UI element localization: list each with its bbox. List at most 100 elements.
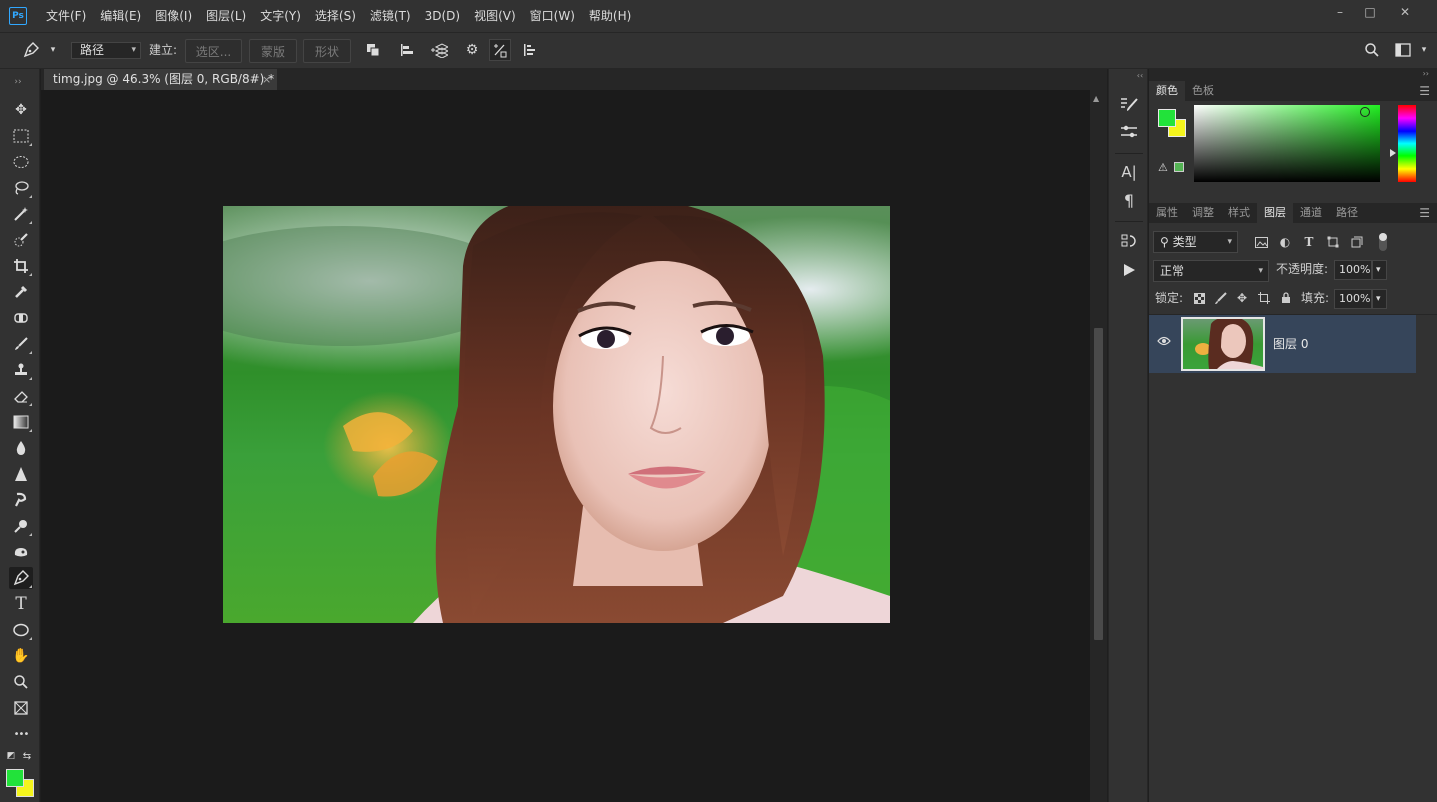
opacity-input[interactable]: 100% <box>1334 260 1372 280</box>
menu-window[interactable]: 窗口(W) <box>523 0 582 32</box>
crop-tool-icon[interactable] <box>9 255 33 277</box>
magic-wand-icon[interactable] <box>9 203 33 225</box>
lasso-tool-icon[interactable] <box>9 177 33 199</box>
hue-slider[interactable] <box>1398 105 1416 182</box>
lock-transparency-icon[interactable] <box>1190 289 1208 307</box>
tab-paths[interactable]: 路径 <box>1329 203 1365 223</box>
layer-row[interactable]: 图层 0 <box>1149 315 1416 373</box>
color-field[interactable] <box>1194 105 1380 182</box>
tab-channels[interactable]: 通道 <box>1293 203 1329 223</box>
path-operations-icon[interactable] <box>362 39 384 61</box>
elliptical-marquee-icon[interactable] <box>9 151 33 173</box>
more-tools-icon[interactable]: ••• <box>9 723 33 745</box>
auto-add-delete-icon[interactable] <box>489 39 511 61</box>
quick-selection-icon[interactable] <box>9 229 33 251</box>
type-tool-icon[interactable]: T <box>9 593 33 615</box>
menu-edit[interactable]: 编辑(E) <box>93 0 148 32</box>
zoom-tool-icon[interactable] <box>9 671 33 693</box>
collapse-arrows-icon[interactable]: ›› <box>6 71 30 93</box>
workspace-icon[interactable] <box>1392 39 1414 61</box>
menu-3d[interactable]: 3D(D) <box>418 0 467 32</box>
menu-layer[interactable]: 图层(L) <box>199 0 253 32</box>
scrollbar-thumb[interactable] <box>1094 328 1103 640</box>
healing-brush-icon[interactable] <box>9 307 33 329</box>
clone-stamp-icon[interactable] <box>9 359 33 381</box>
chevron-down-icon[interactable]: ▾ <box>42 39 64 61</box>
lock-position-move-icon[interactable]: ✥ <box>1233 289 1251 307</box>
close-icon[interactable]: × <box>262 69 271 90</box>
layer-filter-select[interactable]: ⚲ 类型 ▾ <box>1153 231 1238 253</box>
menu-view[interactable]: 视图(V) <box>467 0 523 32</box>
filter-toggle-switch[interactable] <box>1379 233 1387 251</box>
hand-tool-icon[interactable]: ✋ <box>9 645 33 667</box>
tab-color[interactable]: 颜色 <box>1149 81 1185 101</box>
menu-select[interactable]: 选择(S) <box>308 0 363 32</box>
gamut-color-swatch[interactable] <box>1174 162 1184 172</box>
blur-tool-icon[interactable] <box>9 437 33 459</box>
pen-mode-select[interactable]: 路径 ▾ <box>71 42 141 59</box>
eye-visibility-icon[interactable] <box>1157 335 1171 349</box>
scroll-up-icon[interactable]: ▲ <box>1093 94 1099 103</box>
actions-play-icon[interactable] <box>1118 259 1140 281</box>
collapse-arrows-icon[interactable]: ›› <box>1423 69 1429 78</box>
pen-tool-icon[interactable] <box>9 567 33 589</box>
swap-colors-icon[interactable]: ⇆ <box>20 749 34 763</box>
fill-dropdown-icon[interactable]: ▾ <box>1372 289 1387 309</box>
search-icon[interactable] <box>1361 39 1383 61</box>
hue-slider-handle[interactable] <box>1390 149 1396 157</box>
marquee-tool-icon[interactable] <box>9 125 33 147</box>
panel-menu-icon[interactable]: ☰ <box>1419 84 1430 98</box>
frame-tool-icon[interactable] <box>9 697 33 719</box>
smudge-tool-icon[interactable] <box>9 489 33 511</box>
foreground-color-swatch[interactable] <box>6 769 24 787</box>
tab-adjustments[interactable]: 调整 <box>1185 203 1221 223</box>
brush-tool-icon[interactable] <box>9 333 33 355</box>
ellipse-shape-icon[interactable] <box>9 619 33 641</box>
opacity-dropdown-icon[interactable]: ▾ <box>1372 260 1387 280</box>
history-panel-icon[interactable] <box>1118 230 1140 252</box>
type-layer-filter-icon[interactable]: T <box>1300 233 1318 251</box>
menu-filter[interactable]: 滤镜(T) <box>363 0 418 32</box>
tab-swatches[interactable]: 色板 <box>1185 81 1221 101</box>
path-arrangement-icon[interactable] <box>428 39 450 61</box>
brush-settings-icon[interactable] <box>1118 93 1140 115</box>
move-tool-icon[interactable]: ✥ <box>9 99 33 121</box>
dodge-tool-icon[interactable] <box>9 515 33 537</box>
color-panel-foreground-swatch[interactable] <box>1158 109 1176 127</box>
tab-styles[interactable]: 样式 <box>1221 203 1257 223</box>
canvas-vertical-scrollbar[interactable]: ▲ <box>1090 90 1107 802</box>
document-image[interactable] <box>223 206 890 623</box>
lock-artboard-icon[interactable] <box>1255 289 1273 307</box>
brush-presets-icon[interactable] <box>1118 121 1140 143</box>
gear-icon[interactable]: ⚙ <box>461 39 483 61</box>
document-tab[interactable]: timg.jpg @ 46.3% (图层 0, RGB/8#) * × <box>44 69 277 90</box>
menu-image[interactable]: 图像(I) <box>148 0 199 32</box>
layer-thumbnail[interactable] <box>1181 317 1265 371</box>
pen-tool-preset-icon[interactable] <box>20 39 42 61</box>
gamut-warning-icon[interactable]: ⚠ <box>1158 161 1168 174</box>
menu-type[interactable]: 文字(Y) <box>253 0 308 32</box>
make-mask-button[interactable]: 蒙版 <box>249 39 297 63</box>
paragraph-panel-icon[interactable]: ¶ <box>1118 189 1140 211</box>
eyedropper-tool-icon[interactable] <box>9 281 33 303</box>
lock-all-icon[interactable] <box>1277 289 1295 307</box>
blend-mode-select[interactable]: 正常 ▾ <box>1153 260 1269 282</box>
smart-object-filter-icon[interactable] <box>1348 233 1366 251</box>
minimize-button[interactable]: – <box>1325 0 1355 24</box>
gradient-tool-icon[interactable] <box>9 411 33 433</box>
make-shape-button[interactable]: 形状 <box>303 39 351 63</box>
path-alignment-icon[interactable] <box>396 39 418 61</box>
adjustment-layer-filter-icon[interactable]: ◐ <box>1276 233 1294 251</box>
menu-file[interactable]: 文件(F) <box>39 0 93 32</box>
character-panel-icon[interactable]: A| <box>1118 161 1140 183</box>
pixel-layer-filter-icon[interactable] <box>1252 233 1270 251</box>
sharpen-tool-icon[interactable] <box>9 463 33 485</box>
collapse-arrows-icon[interactable]: ‹‹ <box>1129 69 1151 81</box>
sponge-tool-icon[interactable] <box>9 541 33 563</box>
menu-help[interactable]: 帮助(H) <box>582 0 638 32</box>
color-picker-ring[interactable] <box>1360 107 1370 117</box>
maximize-button[interactable]: □ <box>1355 0 1385 24</box>
default-colors-icon[interactable]: ◩ <box>4 749 18 763</box>
fill-input[interactable]: 100% <box>1334 289 1372 309</box>
panel-menu-icon[interactable]: ☰ <box>1419 206 1430 220</box>
